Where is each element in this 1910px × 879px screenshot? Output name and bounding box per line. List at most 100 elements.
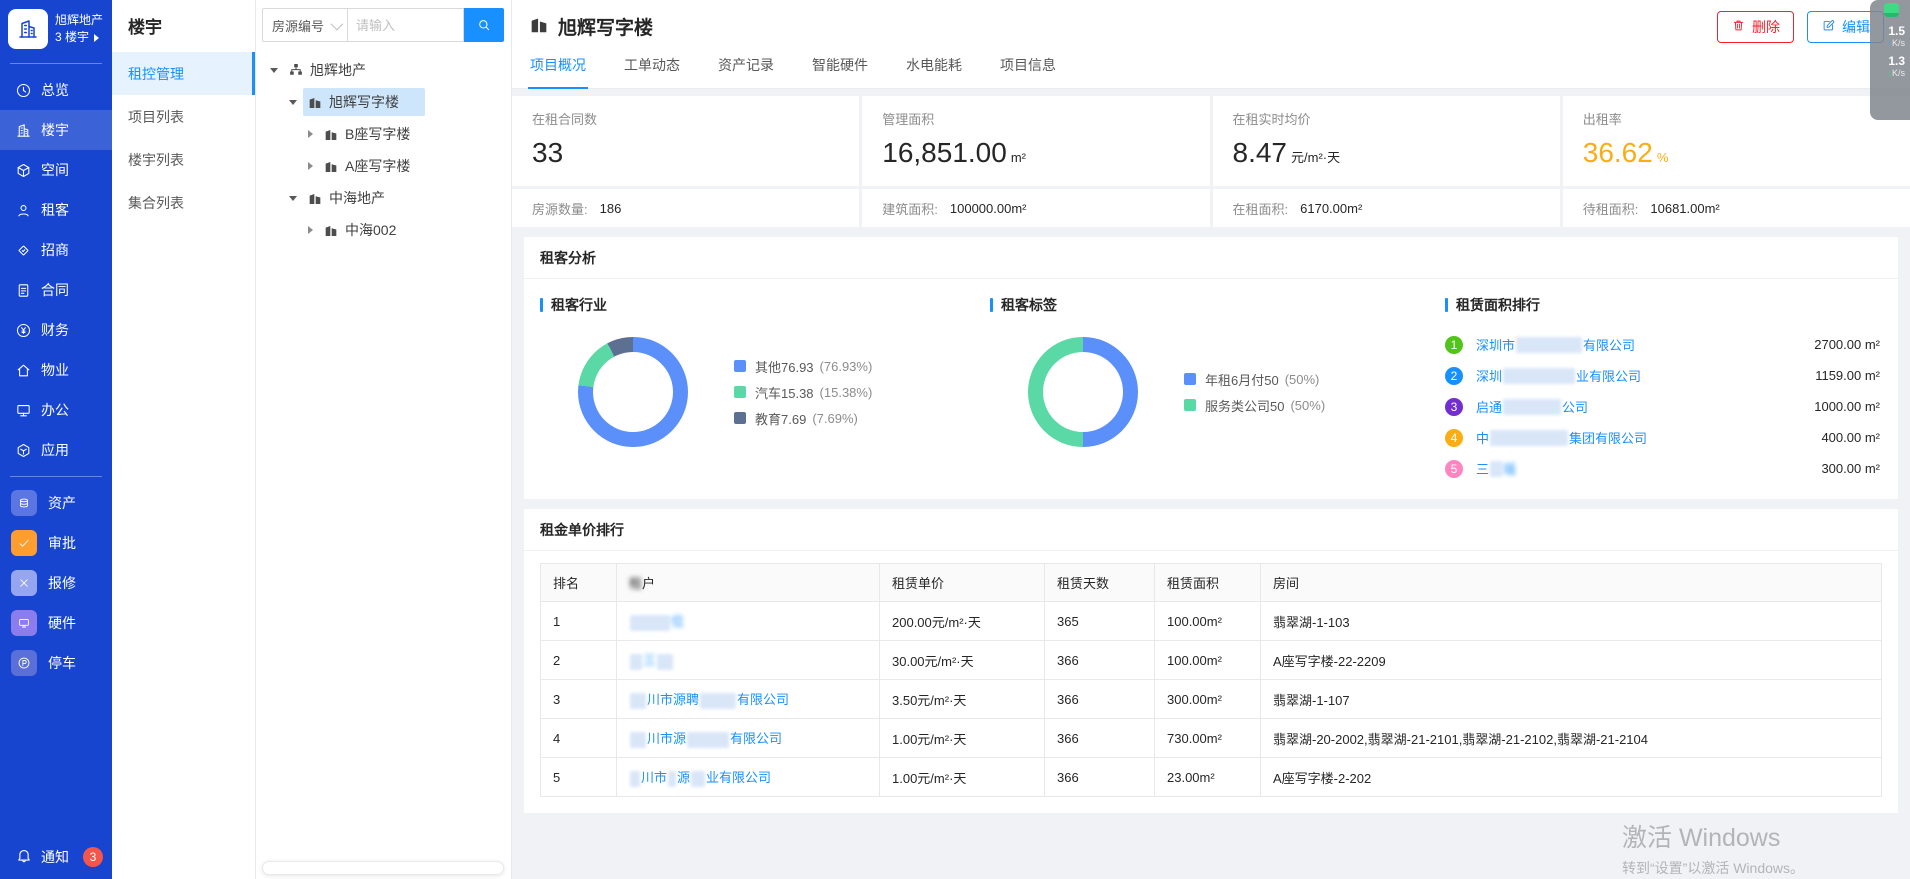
caret-expanded-icon[interactable] [289, 196, 297, 201]
caret-expanded-icon[interactable] [270, 68, 278, 73]
caret-collapsed-icon[interactable] [308, 226, 313, 234]
tree-scrollbar[interactable] [262, 861, 504, 875]
tree-node[interactable]: 旭辉写字楼 [256, 86, 511, 118]
caret-collapsed-icon[interactable] [308, 130, 313, 138]
tree-node-content[interactable]: A座写字楼 [319, 152, 436, 180]
company-link[interactable]: 三瑶 [1476, 459, 1516, 478]
building-icon [528, 13, 550, 35]
text-fragment: 中 [1476, 428, 1489, 447]
legend-label: 汽车15.38 [755, 383, 814, 402]
text-fragment: 三 [1476, 459, 1489, 478]
search-input[interactable] [348, 8, 464, 42]
tree-node[interactable]: 旭辉地产 [256, 54, 511, 86]
delete-button[interactable]: 删除 [1717, 11, 1794, 43]
search-icon [476, 17, 492, 33]
tab-智能硬件[interactable]: 智能硬件 [810, 55, 870, 88]
stat-card: 出租率 36.62% [1563, 96, 1910, 186]
text-fragment: 位 [671, 614, 684, 629]
legend-swatch [734, 386, 746, 398]
contracts-icon [15, 282, 32, 299]
cell-area: 23.00m² [1155, 758, 1261, 797]
chart-title: 租客标签 [1001, 295, 1057, 315]
tree-node-content[interactable]: 旭辉地产 [284, 56, 392, 84]
sidebar-item-apps[interactable]: 应用 [0, 430, 112, 470]
sidebar-item-notifications[interactable]: 通知 3 [0, 846, 112, 867]
tree-node[interactable]: 中海地产 [256, 182, 511, 214]
tree-node-content[interactable]: 中海002 [319, 216, 422, 244]
menu-item[interactable]: 项目列表 [112, 95, 255, 138]
tree-node-content[interactable]: 中海地产 [303, 184, 411, 212]
sidebar-item-contracts[interactable]: 合同 [0, 270, 112, 310]
legend-swatch [734, 360, 746, 372]
parking-tile-icon [11, 650, 37, 676]
tree-node[interactable]: A座写字楼 [256, 150, 511, 182]
tab-项目信息[interactable]: 项目信息 [998, 55, 1058, 88]
tab-工单动态[interactable]: 工单动态 [622, 55, 682, 88]
sidebar-item-space[interactable]: 空间 [0, 150, 112, 190]
tree-node[interactable]: 中海002 [256, 214, 511, 246]
stat-label: 管理面积 [882, 109, 1189, 128]
tab-项目概况[interactable]: 项目概况 [528, 55, 588, 89]
tenant-link[interactable]: 位 [629, 614, 684, 629]
sidebar-item-repair[interactable]: 报修 [0, 563, 112, 603]
rank-badge: 5 [1445, 460, 1463, 478]
tenant-link[interactable]: 三 [629, 653, 674, 668]
sidebar-item-label: 停车 [48, 653, 76, 673]
company-link[interactable]: 深圳业有限公司 [1476, 366, 1641, 385]
ranking-row: 1深圳市有限公司2700.00 m² [1445, 329, 1882, 360]
sidebar-item-property[interactable]: 物业 [0, 350, 112, 390]
caret-collapsed-icon[interactable] [308, 162, 313, 170]
sidebar-item-office[interactable]: 办公 [0, 390, 112, 430]
company-link[interactable]: 中集团有限公司 [1476, 428, 1647, 447]
stat-label: 出租率 [1583, 109, 1890, 128]
cell-rooms: A座写字楼-2-202 [1261, 758, 1882, 797]
sidebar-main-nav: 总览楼宇空间租客招商合同财务物业办公应用 [0, 70, 112, 470]
legend-item: 教育7.69(7.69%) [734, 405, 872, 431]
org-switcher[interactable]: 旭辉地产 3 楼宇 [0, 0, 112, 57]
redacted-text [630, 693, 646, 709]
legend-swatch [1184, 399, 1196, 411]
sidebar-item-tenants[interactable]: 租客 [0, 190, 112, 230]
cell-tenant: 位 [617, 602, 880, 641]
table-row: 4川市源有限公司1.00元/m²·天366730.00m²翡翠湖-20-2002… [541, 719, 1882, 758]
stat-value: 36.62% [1583, 137, 1890, 169]
tags-donut-chart [1028, 337, 1138, 447]
sidebar-item-hardware[interactable]: 硬件 [0, 603, 112, 643]
lease-area-value: 2700.00 m² [1814, 337, 1882, 352]
menu-item[interactable]: 楼宇列表 [112, 138, 255, 181]
sidebar-item-label: 硬件 [48, 613, 76, 633]
tenant-analysis-card: 租客分析 租客行业 其他76.93(76.93%)汽车15.38(15.38%)… [524, 237, 1898, 499]
tenant-link[interactable]: 川市源聘有限公司 [629, 692, 789, 707]
sidebar-item-parking[interactable]: 停车 [0, 643, 112, 683]
legend-percent: (7.69%) [812, 411, 858, 426]
caret-expanded-icon[interactable] [289, 100, 297, 105]
search-button[interactable] [464, 8, 504, 42]
tree-node[interactable]: B座写字楼 [256, 118, 511, 150]
module-menu-panel: 楼宇 租控管理项目列表楼宇列表集合列表 [112, 0, 256, 879]
sidebar-item-leasing[interactable]: 招商 [0, 230, 112, 270]
bell-icon [15, 846, 33, 864]
approval-icon [17, 536, 31, 550]
tree-node-content[interactable]: 旭辉写字楼 [303, 88, 425, 116]
parking-icon [17, 656, 31, 670]
menu-item[interactable]: 租控管理 [112, 52, 255, 95]
substat-card: 在租面积:6170.00m² [1213, 189, 1560, 227]
sidebar-item-finance[interactable]: 财务 [0, 310, 112, 350]
tenant-link[interactable]: 川市源有限公司 [629, 731, 782, 746]
tab-资产记录[interactable]: 资产记录 [716, 55, 776, 88]
sidebar-item-assets[interactable]: 资产 [0, 483, 112, 523]
sidebar-item-buildings[interactable]: 楼宇 [0, 110, 112, 150]
company-link[interactable]: 启通公司 [1476, 397, 1588, 416]
company-link[interactable]: 深圳市有限公司 [1476, 335, 1635, 354]
tab-水电能耗[interactable]: 水电能耗 [904, 55, 964, 88]
sidebar-item-approval[interactable]: 审批 [0, 523, 112, 563]
sidebar-item-overview[interactable]: 总览 [0, 70, 112, 110]
text-fragment: 租赁单价 [892, 576, 944, 591]
search-type-select[interactable]: 房源编号 [262, 8, 348, 42]
redacted-text [1490, 461, 1502, 477]
legend-label: 服务类公司50 [1205, 396, 1284, 415]
tenant-link[interactable]: 川市源业有限公司 [629, 770, 771, 785]
accent-bar [540, 298, 543, 312]
tree-node-content[interactable]: B座写字楼 [319, 120, 436, 148]
menu-item[interactable]: 集合列表 [112, 181, 255, 224]
